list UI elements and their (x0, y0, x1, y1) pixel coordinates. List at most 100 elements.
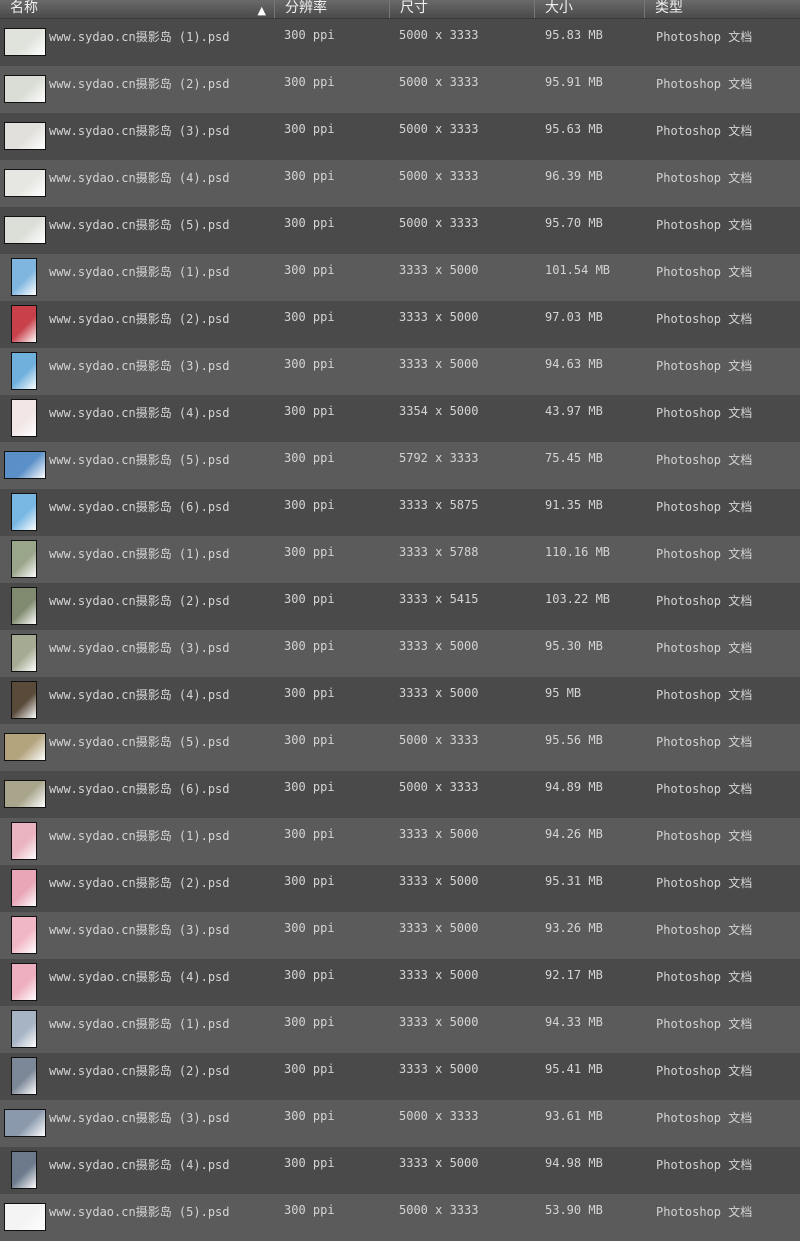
column-label: 分辨率 (285, 0, 327, 16)
file-type: Photoshop 文档 (656, 453, 753, 467)
file-row[interactable]: www.sydao.cn摄影岛 (1).psd 300 ppi 3333 x 500… (0, 254, 800, 301)
file-dimensions: 5792 x 3333 (399, 451, 479, 465)
file-type: Photoshop 文档 (656, 171, 753, 185)
file-dimensions: 3333 x 5000 (399, 1015, 479, 1029)
file-dimensions: 5000 x 3333 (399, 1203, 479, 1217)
file-type: Photoshop 文档 (656, 124, 753, 138)
file-name: www.sydao.cn摄影岛 (3).psd (49, 359, 230, 373)
file-dimensions: 3333 x 5000 (399, 1062, 479, 1076)
file-resolution: 300 ppi (284, 827, 335, 841)
file-type: Photoshop 文档 (656, 1158, 753, 1172)
file-row[interactable]: www.sydao.cn摄影岛 (5).psd 300 ppi 5000 x 333… (0, 724, 800, 771)
file-name: www.sydao.cn摄影岛 (2).psd (49, 77, 230, 91)
file-thumbnail (11, 1010, 37, 1048)
file-size: 95.83 MB (545, 28, 603, 42)
file-type: Photoshop 文档 (656, 1111, 753, 1125)
column-header-resolution[interactable]: 分辨率 (275, 0, 390, 18)
file-name: www.sydao.cn摄影岛 (4).psd (49, 970, 230, 984)
file-dimensions: 5000 x 3333 (399, 122, 479, 136)
file-resolution: 300 ppi (284, 357, 335, 371)
file-type: Photoshop 文档 (656, 1017, 753, 1031)
file-row[interactable]: www.sydao.cn摄影岛 (4).psd 300 ppi 3333 x 500… (0, 959, 800, 1006)
file-thumbnail (4, 28, 46, 56)
file-row[interactable]: www.sydao.cn摄影岛 (2).psd 300 ppi 3333 x 500… (0, 301, 800, 348)
column-header-size[interactable]: 大小 (535, 0, 645, 18)
file-dimensions: 5000 x 3333 (399, 733, 479, 747)
file-row[interactable]: www.sydao.cn摄影岛 (2).psd 300 ppi 5000 x 333… (0, 66, 800, 113)
file-type: Photoshop 文档 (656, 735, 753, 749)
column-header-type[interactable]: 类型 (645, 0, 800, 18)
file-dimensions: 5000 x 3333 (399, 1109, 479, 1123)
file-row[interactable]: www.sydao.cn摄影岛 (2).psd 300 ppi 3333 x 500… (0, 1053, 800, 1100)
file-size: 43.97 MB (545, 404, 603, 418)
file-thumbnail (11, 587, 37, 625)
file-row[interactable]: www.sydao.cn摄影岛 (6).psd 300 ppi 5000 x 333… (0, 771, 800, 818)
file-type: Photoshop 文档 (656, 218, 753, 232)
file-row[interactable]: www.sydao.cn摄影岛 (5).psd 300 ppi 5000 x 333… (0, 207, 800, 254)
column-header-dimensions[interactable]: 尺寸 (390, 0, 535, 18)
file-type: Photoshop 文档 (656, 1205, 753, 1219)
file-thumbnail (4, 75, 46, 103)
file-name: www.sydao.cn摄影岛 (1).psd (49, 1017, 230, 1031)
file-dimensions: 5000 x 3333 (399, 780, 479, 794)
file-type: Photoshop 文档 (656, 30, 753, 44)
column-header-name[interactable]: 名称 ▲ (0, 0, 275, 18)
file-row[interactable]: www.sydao.cn摄影岛 (3).psd 300 ppi 3333 x 500… (0, 630, 800, 677)
file-type: Photoshop 文档 (656, 970, 753, 984)
file-row[interactable]: www.sydao.cn摄影岛 (1).psd 300 ppi 3333 x 578… (0, 536, 800, 583)
file-row[interactable]: www.sydao.cn摄影岛 (3).psd 300 ppi 3333 x 500… (0, 348, 800, 395)
file-row[interactable]: www.sydao.cn摄影岛 (4).psd 300 ppi 3333 x 500… (0, 677, 800, 724)
file-resolution: 300 ppi (284, 28, 335, 42)
file-row[interactable]: www.sydao.cn摄影岛 (2).psd 300 ppi 3333 x 541… (0, 583, 800, 630)
file-type: Photoshop 文档 (656, 876, 753, 890)
file-thumbnail (4, 169, 46, 197)
file-row[interactable]: www.sydao.cn摄影岛 (2).psd 300 ppi 3333 x 500… (0, 865, 800, 912)
file-thumbnail (4, 122, 46, 150)
file-name: www.sydao.cn摄影岛 (4).psd (49, 1158, 230, 1172)
file-size: 95.56 MB (545, 733, 603, 747)
file-name: www.sydao.cn摄影岛 (5).psd (49, 453, 230, 467)
file-row[interactable]: www.sydao.cn摄影岛 (5).psd 300 ppi 5792 x 333… (0, 442, 800, 489)
file-row[interactable]: www.sydao.cn摄影岛 (3).psd 300 ppi 3333 x 500… (0, 912, 800, 959)
file-size: 94.98 MB (545, 1156, 603, 1170)
file-resolution: 300 ppi (284, 686, 335, 700)
file-row[interactable]: www.sydao.cn摄影岛 (1).psd 300 ppi 3333 x 500… (0, 1006, 800, 1053)
file-row[interactable]: www.sydao.cn摄影岛 (1).psd 300 ppi 5000 x 333… (0, 19, 800, 66)
file-row[interactable]: www.sydao.cn摄影岛 (3).psd 300 ppi 5000 x 333… (0, 1100, 800, 1147)
column-label: 尺寸 (400, 0, 428, 16)
file-row[interactable]: www.sydao.cn摄影岛 (3).psd 300 ppi 5000 x 333… (0, 113, 800, 160)
file-dimensions: 3333 x 5000 (399, 357, 479, 371)
file-thumbnail (11, 493, 37, 531)
file-thumbnail (11, 258, 37, 296)
file-size: 94.89 MB (545, 780, 603, 794)
file-type: Photoshop 文档 (656, 1064, 753, 1078)
file-thumbnail (4, 780, 46, 808)
file-size: 94.26 MB (545, 827, 603, 841)
file-resolution: 300 ppi (284, 1015, 335, 1029)
file-row[interactable]: www.sydao.cn摄影岛 (5).psd 300 ppi 5000 x 333… (0, 1194, 800, 1241)
file-thumbnail (11, 634, 37, 672)
file-resolution: 300 ppi (284, 921, 335, 935)
file-resolution: 300 ppi (284, 874, 335, 888)
file-row[interactable]: www.sydao.cn摄影岛 (4).psd 300 ppi 3333 x 500… (0, 1147, 800, 1194)
file-dimensions: 5000 x 3333 (399, 169, 479, 183)
file-name: www.sydao.cn摄影岛 (4).psd (49, 406, 230, 420)
file-thumbnail (11, 352, 37, 390)
file-resolution: 300 ppi (284, 1203, 335, 1217)
file-size: 93.26 MB (545, 921, 603, 935)
file-size: 95.30 MB (545, 639, 603, 653)
file-name: www.sydao.cn摄影岛 (5).psd (49, 735, 230, 749)
file-row[interactable]: www.sydao.cn摄影岛 (1).psd 300 ppi 3333 x 500… (0, 818, 800, 865)
file-thumbnail (4, 1109, 46, 1137)
chevron-up-icon[interactable]: ▲ (258, 2, 266, 19)
file-dimensions: 5000 x 3333 (399, 75, 479, 89)
file-row[interactable]: www.sydao.cn摄影岛 (4).psd 300 ppi 3354 x 500… (0, 395, 800, 442)
file-row[interactable]: www.sydao.cn摄影岛 (6).psd 300 ppi 3333 x 587… (0, 489, 800, 536)
file-size: 53.90 MB (545, 1203, 603, 1217)
file-type: Photoshop 文档 (656, 547, 753, 561)
file-resolution: 300 ppi (284, 592, 335, 606)
file-resolution: 300 ppi (284, 75, 335, 89)
column-header: 名称 ▲ 分辨率 尺寸 大小 类型 (0, 0, 800, 19)
column-label: 类型 (655, 0, 683, 16)
file-row[interactable]: www.sydao.cn摄影岛 (4).psd 300 ppi 5000 x 333… (0, 160, 800, 207)
